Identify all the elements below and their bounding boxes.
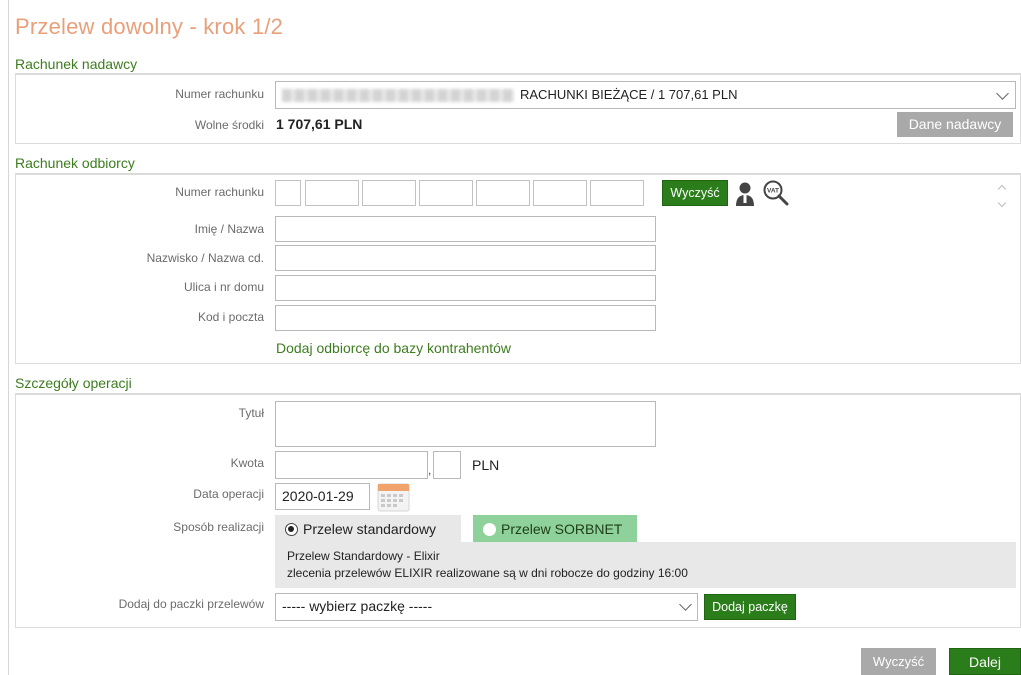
street-input[interactable] — [275, 275, 656, 301]
recipient-account-label: Numer rachunku — [175, 185, 264, 199]
account-segment[interactable] — [590, 180, 644, 206]
funds-label: Wolne środki — [194, 118, 264, 132]
calendar-icon[interactable] — [377, 482, 410, 512]
date-input[interactable]: 2020-01-29 — [275, 483, 370, 510]
page-title: Przelew dowolny - krok 1/2 — [15, 14, 284, 39]
package-select[interactable]: ----- wybierz paczkę ----- — [275, 593, 698, 621]
footer-clear-button[interactable]: Wyczyść — [861, 648, 936, 675]
amount-integer-input[interactable] — [275, 451, 428, 479]
currency-label: PLN — [472, 457, 500, 473]
account-segment[interactable] — [362, 180, 416, 206]
masked-account-number — [282, 89, 514, 103]
package-label: Dodaj do paczki przelewów — [118, 597, 264, 611]
method-info-line: zlecenia przelewów ELIXIR realizowane są… — [287, 566, 688, 580]
account-segment[interactable] — [275, 180, 301, 206]
method-info-line: Przelew Standardowy - Elixir — [287, 549, 440, 563]
postcode-input[interactable] — [275, 305, 656, 331]
method-sorbnet-label: Przelew SORBNET — [501, 521, 623, 537]
amount-decimal-input[interactable] — [433, 451, 461, 479]
surname-input[interactable] — [275, 245, 656, 271]
method-info-box: Przelew Standardowy - Elixir zlecenia pr… — [275, 542, 1016, 588]
vat-search-icon[interactable]: VAT — [762, 179, 790, 207]
package-placeholder: ----- wybierz paczkę ----- — [282, 598, 433, 614]
add-contact-link[interactable]: Dodaj odbiorcę do bazy kontrahentów — [276, 340, 511, 356]
name-label: Imię / Nazwa — [194, 222, 264, 236]
chevron-down-icon — [996, 87, 1009, 100]
chevron-down-icon — [679, 598, 692, 611]
next-button[interactable]: Dalej — [949, 648, 1021, 675]
amount-comma: , — [428, 463, 432, 477]
sender-account-label: Numer rachunku — [175, 87, 264, 101]
add-package-button[interactable]: Dodaj paczkę — [704, 594, 796, 620]
account-segment[interactable] — [419, 180, 473, 206]
account-segment[interactable] — [476, 180, 530, 206]
funds-value: 1 707,61 PLN — [276, 116, 363, 132]
transfer-title-label: Tytuł — [238, 406, 264, 420]
surname-label: Nazwisko / Nazwa cd. — [146, 251, 264, 265]
radio-selected[interactable] — [285, 523, 298, 536]
scroll-spinner[interactable] — [996, 180, 1010, 212]
contacts-person-icon[interactable] — [734, 181, 756, 207]
transfer-title-input[interactable] — [275, 401, 656, 447]
sender-account-select[interactable]: RACHUNKI BIEŻĄCE / 1 707,61 PLN — [275, 81, 1016, 109]
method-sorbnet-tab[interactable]: Przelew SORBNET — [473, 515, 637, 543]
postcode-label: Kod i poczta — [197, 310, 264, 324]
name-input[interactable] — [275, 216, 656, 242]
method-standard-tab[interactable]: Przelew standardowy — [275, 515, 461, 543]
recipient-account-input[interactable] — [275, 180, 655, 206]
method-label: Sposób realizacji — [173, 520, 264, 534]
sender-account-value: RACHUNKI BIEŻĄCE / 1 707,61 PLN — [520, 87, 738, 102]
operation-section-title: Szczegóły operacji — [15, 375, 132, 391]
recipient-clear-button[interactable]: Wyczyść — [662, 180, 728, 206]
amount-label: Kwota — [230, 456, 264, 470]
street-label: Ulica i nr domu — [183, 280, 264, 294]
svg-text:VAT: VAT — [767, 188, 779, 195]
account-segment[interactable] — [533, 180, 587, 206]
radio-unselected[interactable] — [483, 523, 496, 536]
sender-details-button[interactable]: Dane nadawcy — [897, 112, 1013, 137]
method-standard-label: Przelew standardowy — [303, 521, 437, 537]
recipient-section-title: Rachunek odbiorcy — [15, 155, 135, 171]
chevron-up-icon[interactable] — [997, 184, 1007, 194]
sender-section-title: Rachunek nadawcy — [15, 56, 138, 72]
account-segment[interactable] — [305, 180, 359, 206]
date-label: Data operacji — [193, 487, 264, 501]
chevron-down-icon[interactable] — [997, 198, 1007, 208]
